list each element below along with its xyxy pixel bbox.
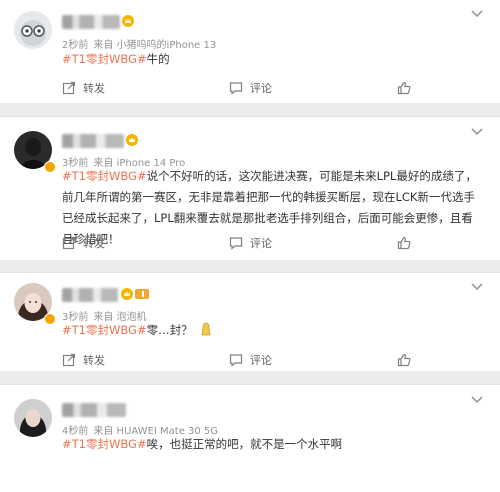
chevron-down-icon[interactable] [470,127,484,137]
chevron-down-icon[interactable] [470,282,484,292]
thumbs-up-icon [397,236,411,250]
post-text: #T1零封WBG#牛的 [62,49,482,70]
comment-button[interactable]: 评论 [229,77,272,99]
like-button[interactable] [397,349,418,371]
action-bar: 转发 评论 [0,232,500,254]
crown-badge-icon [122,15,134,27]
verified-badge-icon [44,161,56,173]
post-card: 4秒前 来自 HUAWEI Mate 30 5G #T1零封WBG#唉，也挺正常的… [0,384,500,492]
post-body: 牛的 [146,52,170,66]
crown-badge-icon [121,288,133,300]
comment-label: 评论 [250,82,272,95]
repost-button[interactable]: 转发 [62,232,105,254]
share-icon [62,236,76,250]
comment-button[interactable]: 评论 [229,349,272,371]
chevron-down-icon[interactable] [470,395,484,405]
avatar[interactable] [14,399,52,437]
post-card: 3秒前 来自 泡泡机 #T1零封WBG#零…封？ 转发 评论 [0,272,500,371]
topic-hashtag[interactable]: #T1零封WBG# [62,323,147,337]
repost-label: 转发 [83,354,105,367]
username-redacted[interactable] [62,15,120,29]
share-icon [62,81,76,95]
like-button[interactable] [397,232,418,254]
comment-button[interactable]: 评论 [229,232,272,254]
like-button[interactable] [397,77,418,99]
action-bar: 转发 评论 [0,77,500,99]
post-body: 唉，也挺正常的吧，就不是一个水平啊 [146,437,343,451]
post-text: #T1零封WBG#零…封？ [62,320,482,341]
topic-hashtag[interactable]: #T1零封WBG# [62,52,147,66]
post-card: 2秒前 来自 小猪呜呜的iPhone 13 #T1零封WBG#牛的 转发 评论 [0,0,500,103]
crown-badge-icon [126,134,138,146]
thumbs-up-icon [397,81,411,95]
action-bar: 转发 评论 [0,349,500,371]
username-redacted[interactable] [62,288,118,302]
post-body: 零…封？ [146,323,193,337]
avatar[interactable] [14,11,52,49]
topic-hashtag[interactable]: #T1零封WBG# [62,169,147,183]
comment-icon [229,82,243,95]
weibo-comment-feed: 2秒前来自 小猪呜呜的iPhone 13 #T1零封WBG#牛的 转发 评论 [0,0,500,492]
comment-icon [229,237,243,250]
repost-label: 转发 [83,237,105,250]
emoji-icon [201,322,211,336]
username-redacted[interactable] [62,403,126,417]
comment-label: 评论 [250,237,272,250]
post-text: #T1零封WBG#唉，也挺正常的吧，就不是一个水平啊 [62,434,482,455]
post-card: 3秒前 来自 iPhone 14 Pro #T1零封WBG#说个不好听的话，这次能… [0,116,500,260]
username-redacted[interactable] [62,134,124,148]
chevron-down-icon[interactable] [470,9,484,19]
verified-badge-icon [44,313,56,325]
share-icon [62,353,76,367]
comment-label: 评论 [250,354,272,367]
comment-icon [229,354,243,367]
topic-hashtag[interactable]: #T1零封WBG# [62,437,147,451]
thumbs-up-icon [397,353,411,367]
level-badge-icon [135,289,149,299]
repost-label: 转发 [83,82,105,95]
repost-button[interactable]: 转发 [62,77,105,99]
repost-button[interactable]: 转发 [62,349,105,371]
